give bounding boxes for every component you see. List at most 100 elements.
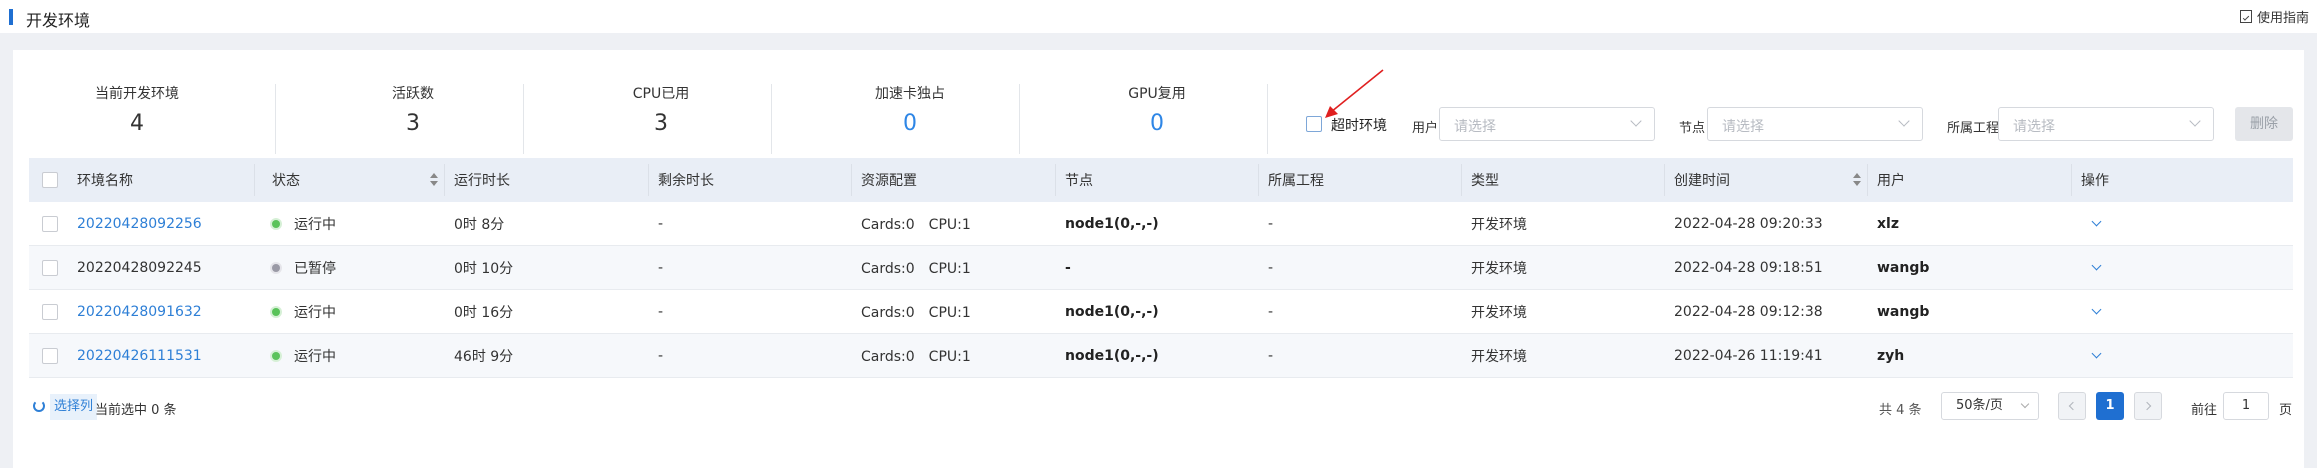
col-header-runtime: 运行时长 (444, 158, 658, 202)
node-cell: node1(0,-,-) (1065, 347, 1159, 364)
guide-link[interactable]: 使用指南 (2239, 7, 2309, 26)
table-row[interactable]: 20220426111531 运行中 46时 9分 - Cards:0 CPU:… (29, 334, 2293, 378)
guide-label: 使用指南 (2256, 11, 2309, 26)
user-filter-label: 用户 (1412, 121, 1439, 136)
project-select-placeholder: 请选择 (2013, 119, 2055, 135)
col-header-user: 用户 (1867, 158, 2081, 202)
stat-gpu-shared: GPU复用 0 (1033, 84, 1281, 156)
select-columns-button[interactable]: 选择列 (50, 394, 98, 420)
remaining-cell: - (658, 347, 664, 364)
created-cell: 2022-04-26 11:19:41 (1674, 347, 1823, 364)
expand-actions-chevron-icon[interactable] (2091, 304, 2102, 315)
row-checkbox[interactable] (42, 259, 58, 276)
node-cell: node1(0,-,-) (1065, 215, 1159, 232)
stat-label: GPU复用 (1128, 86, 1186, 102)
goto-suffix: 页 (2279, 403, 2293, 418)
next-page-button[interactable] (2134, 392, 2162, 420)
status-cell: 已暂停 (264, 246, 454, 289)
runtime-cell: 0时 8分 (454, 216, 505, 233)
page-size-select[interactable]: 50条/页 (1941, 392, 2039, 420)
page-title: 开发环境 (26, 11, 91, 30)
env-name-link[interactable]: 20220428092256 (59, 202, 264, 245)
stat-divider (1267, 84, 1268, 154)
project-cell: - (1268, 347, 1274, 364)
select-all-checkbox[interactable] (42, 172, 58, 188)
stat-value: 3 (406, 111, 420, 136)
refresh-icon[interactable] (33, 400, 45, 412)
stat-divider (771, 84, 772, 154)
col-header-status[interactable]: 状态 (254, 158, 454, 202)
status-dot-icon (272, 263, 280, 272)
created-cell: 2022-04-28 09:20:33 (1674, 215, 1823, 232)
stat-current-envs: 当前开发环境 4 (13, 84, 261, 156)
resources-cell: Cards:0 CPU:1 (861, 304, 971, 321)
stat-value[interactable]: 0 (1033, 111, 1281, 137)
project-cell: - (1268, 259, 1274, 276)
project-select[interactable]: 请选择 (1998, 107, 2214, 141)
row-checkbox[interactable] (42, 347, 58, 364)
stat-value[interactable]: 0 (786, 111, 1034, 137)
prev-page-button[interactable] (2058, 392, 2086, 420)
created-cell: 2022-04-28 09:18:51 (1674, 259, 1823, 276)
env-name: 20220428092245 (77, 259, 202, 276)
chevron-down-icon (1630, 115, 1642, 127)
sort-icon[interactable] (1853, 173, 1861, 187)
top-bar: 开发环境 使用指南 (0, 0, 2317, 33)
user-select[interactable]: 请选择 (1439, 107, 1655, 141)
timeout-label: 超时环境 (1331, 118, 1387, 134)
timeout-checkbox[interactable] (1306, 116, 1322, 132)
expand-actions-chevron-icon[interactable] (2091, 216, 2102, 227)
status-dot-icon (272, 307, 280, 316)
stat-cpu-used: CPU已用 3 (537, 84, 785, 156)
goto-page-input[interactable]: 1 (2223, 392, 2269, 420)
goto-prefix: 前往 (2191, 403, 2218, 418)
project-cell: - (1268, 303, 1274, 320)
expand-actions-chevron-icon[interactable] (2091, 348, 2102, 359)
user-cell: xlz (1877, 215, 1899, 232)
chevron-right-icon (2142, 401, 2152, 411)
delete-button[interactable]: 删除 (2235, 107, 2293, 141)
total-count: 共 4 条 (1879, 403, 1922, 418)
resources-cell: Cards:0 CPU:1 (861, 348, 971, 365)
status-cell: 运行中 (264, 290, 454, 333)
page-number-current[interactable]: 1 (2096, 392, 2124, 420)
col-header-type: 类型 (1461, 158, 1674, 202)
col-header-created[interactable]: 创建时间 (1664, 158, 1877, 202)
stat-label: 活跃数 (392, 86, 434, 102)
status-cell: 运行中 (264, 334, 454, 377)
stat-divider (523, 84, 524, 154)
env-name-link[interactable]: 20220428091632 (59, 290, 264, 333)
stat-label: 加速卡独占 (875, 86, 945, 102)
table-footer: 选择列 当前选中 0 条 共 4 条 50条/页 1 前往 1 页 (13, 392, 2304, 426)
runtime-cell: 0时 16分 (454, 304, 514, 321)
stat-divider (1019, 84, 1020, 154)
col-header-node: 节点 (1055, 158, 1268, 202)
resources-cell: Cards:0 CPU:1 (861, 216, 971, 233)
row-checkbox[interactable] (42, 215, 58, 232)
project-cell: - (1268, 215, 1274, 232)
table-row[interactable]: 20220428091632 运行中 0时 16分 - Cards:0 CPU:… (29, 290, 2293, 334)
runtime-cell: 46时 9分 (454, 348, 514, 365)
resources-cell: Cards:0 CPU:1 (861, 260, 971, 277)
row-checkbox[interactable] (42, 303, 58, 320)
title-accent-bar (9, 9, 13, 25)
type-cell: 开发环境 (1471, 304, 1527, 321)
status-dot-icon (272, 351, 280, 360)
expand-actions-chevron-icon[interactable] (2091, 260, 2102, 271)
node-cell: - (1065, 259, 1071, 276)
table-row[interactable]: 20220428092256 运行中 0时 8分 - Cards:0 CPU:1… (29, 202, 2293, 246)
stat-active: 活跃数 3 (289, 84, 537, 156)
node-select[interactable]: 请选择 (1707, 107, 1923, 141)
stat-value: 3 (654, 111, 668, 136)
table-header: 环境名称 状态 运行时长 剩余时长 资源配置 节点 所属工程 类型 创建时间 用… (29, 158, 2293, 202)
user-cell: wangb (1877, 303, 1930, 320)
col-header-project: 所属工程 (1258, 158, 1471, 202)
chevron-down-icon (2189, 115, 2201, 127)
col-header-remaining: 剩余时长 (648, 158, 861, 202)
sort-icon[interactable] (430, 173, 438, 187)
table-row[interactable]: 20220428092245 已暂停 0时 10分 - Cards:0 CPU:… (29, 246, 2293, 290)
stat-label: 当前开发环境 (95, 86, 179, 102)
env-name-link[interactable]: 20220426111531 (59, 334, 264, 377)
type-cell: 开发环境 (1471, 348, 1527, 365)
selected-count: 当前选中 0 条 (95, 403, 177, 418)
